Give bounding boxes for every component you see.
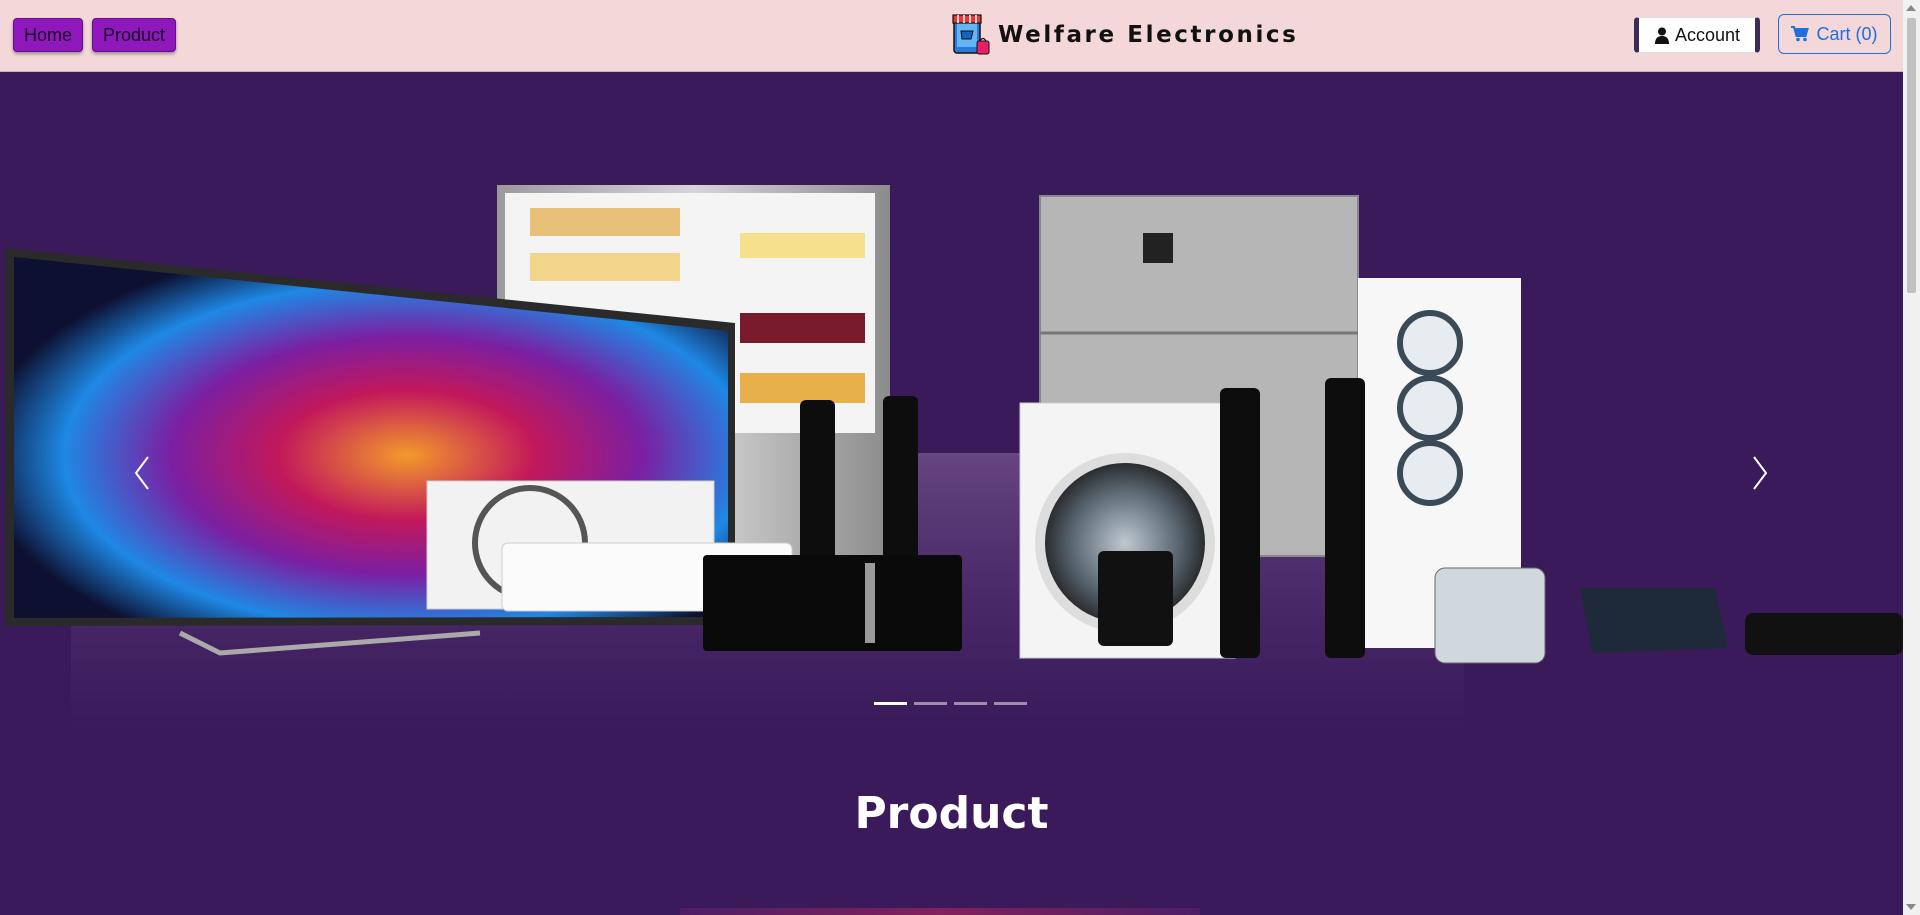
home-button[interactable]: Home	[13, 18, 84, 52]
carousel-indicator[interactable]	[994, 702, 1027, 705]
next-section-peek	[680, 908, 1200, 915]
product-button[interactable]: Product	[92, 18, 177, 52]
carousel-indicator[interactable]	[914, 702, 947, 705]
user-icon	[1654, 27, 1669, 44]
cart-button[interactable]: Cart (0)	[1778, 14, 1891, 54]
chevron-left-icon	[134, 456, 149, 490]
top-navbar: Home Product Welfare Electronics Account	[0, 0, 1903, 72]
scroll-up-arrow-icon[interactable]	[1906, 5, 1916, 11]
store-logo-icon	[952, 14, 990, 55]
page-scrollbar[interactable]	[1903, 0, 1920, 915]
carousel-indicator[interactable]	[954, 702, 987, 705]
brand[interactable]: Welfare Electronics	[950, 13, 1298, 57]
carousel-indicators	[874, 702, 1027, 705]
chevron-right-icon	[1753, 456, 1768, 490]
carousel-indicator[interactable]	[874, 702, 907, 705]
account-button[interactable]: Account	[1634, 17, 1760, 53]
product-section-title: Product	[854, 788, 1049, 839]
cart-label: Cart (0)	[1816, 23, 1878, 44]
scroll-down-arrow-icon[interactable]	[1906, 904, 1916, 910]
appliances-banner-image	[5, 185, 1903, 735]
carousel-next-button[interactable]	[1740, 443, 1780, 503]
account-label: Account	[1674, 24, 1741, 45]
cart-icon	[1791, 26, 1810, 42]
hero-carousel	[0, 73, 1903, 735]
brand-name: Welfare Electronics	[998, 22, 1299, 48]
carousel-prev-button[interactable]	[122, 443, 162, 503]
scrollbar-thumb[interactable]	[1907, 18, 1916, 293]
